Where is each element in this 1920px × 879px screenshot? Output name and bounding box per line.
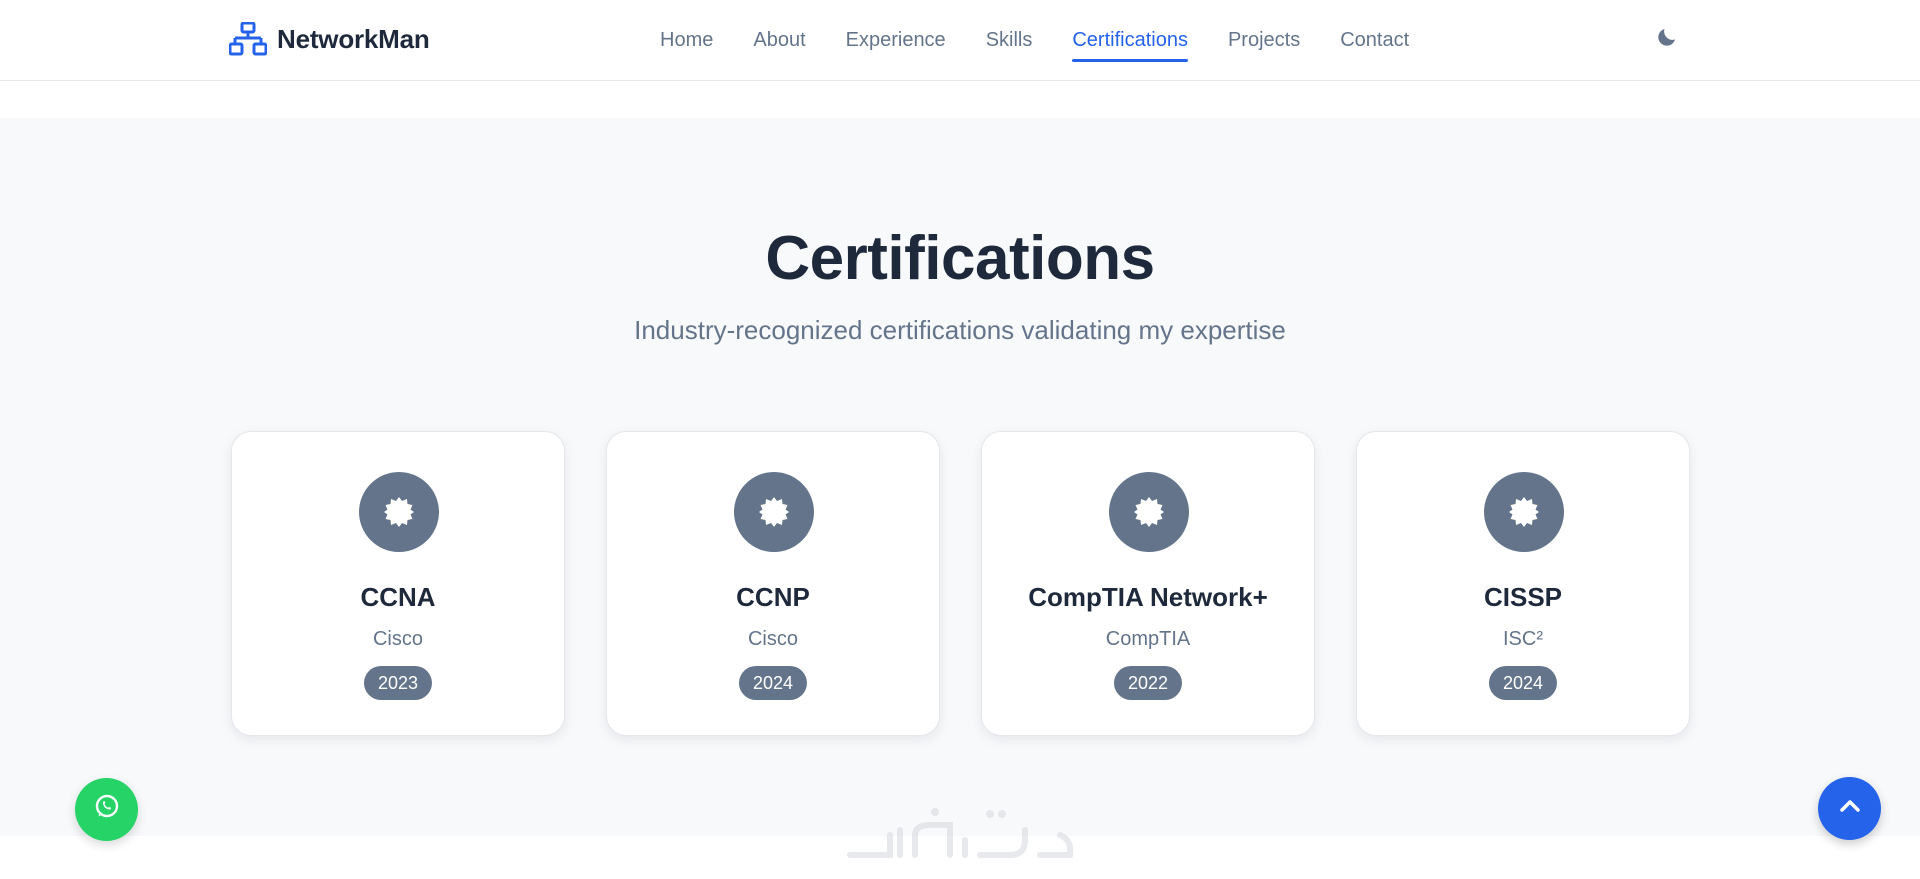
certification-issuer: CompTIA bbox=[1105, 628, 1191, 650]
certification-name: CCNA bbox=[360, 582, 436, 612]
certification-card: CompTIA Network+ CompTIA 2022 bbox=[981, 431, 1315, 736]
certificate-icon bbox=[359, 472, 439, 552]
certificate-icon bbox=[1109, 472, 1189, 552]
certification-issuer: ISC² bbox=[1503, 628, 1543, 650]
certification-issuer: Cisco bbox=[747, 628, 798, 650]
certification-name: CompTIA Network+ bbox=[1028, 582, 1268, 612]
whatsapp-icon bbox=[92, 792, 122, 827]
section-title: Certifications bbox=[765, 224, 1155, 293]
nav-contact[interactable]: Contact bbox=[1340, 19, 1409, 62]
certification-name: CISSP bbox=[1483, 582, 1563, 612]
certificate-icon bbox=[1484, 472, 1564, 552]
certification-card: CCNP Cisco 2024 bbox=[606, 431, 940, 736]
certificate-icon bbox=[734, 472, 814, 552]
whatsapp-button[interactable] bbox=[75, 778, 138, 841]
certification-year-badge: 2023 bbox=[363, 666, 433, 700]
nav-about[interactable]: About bbox=[753, 19, 805, 62]
brand[interactable]: NetworkMan bbox=[229, 20, 430, 58]
nav-projects[interactable]: Projects bbox=[1228, 19, 1300, 62]
certification-issuer: Cisco bbox=[372, 628, 423, 650]
main-nav: Home About Experience Skills Certificati… bbox=[660, 0, 1409, 81]
certification-year-badge: 2024 bbox=[1488, 666, 1558, 700]
certification-year-badge: 2024 bbox=[738, 666, 808, 700]
nav-experience[interactable]: Experience bbox=[846, 19, 946, 62]
brand-name: NetworkMan bbox=[277, 23, 430, 54]
section-subtitle: Industry-recognized certifications valid… bbox=[634, 315, 1286, 345]
nav-skills[interactable]: Skills bbox=[986, 19, 1033, 62]
certification-card: CISSP ISC² 2024 bbox=[1356, 431, 1690, 736]
moon-icon bbox=[1655, 25, 1679, 54]
network-icon bbox=[229, 20, 267, 58]
certification-year-badge: 2022 bbox=[1113, 666, 1183, 700]
logo-watermark bbox=[840, 800, 1080, 870]
theme-toggle-button[interactable] bbox=[1652, 24, 1682, 54]
nav-certifications[interactable]: Certifications bbox=[1072, 19, 1188, 62]
nav-home[interactable]: Home bbox=[660, 19, 713, 62]
certification-card: CCNA Cisco 2023 bbox=[231, 431, 565, 736]
scroll-to-top-button[interactable] bbox=[1818, 777, 1881, 840]
site-header: NetworkMan Home About Experience Skills … bbox=[0, 0, 1920, 81]
certifications-section: Certifications Industry-recognized certi… bbox=[0, 118, 1920, 836]
chevron-up-icon bbox=[1837, 793, 1863, 824]
certification-cards: CCNA Cisco 2023 CCNP Cisco 2024 CompTIA … bbox=[231, 431, 1690, 736]
certification-name: CCNP bbox=[736, 582, 810, 612]
